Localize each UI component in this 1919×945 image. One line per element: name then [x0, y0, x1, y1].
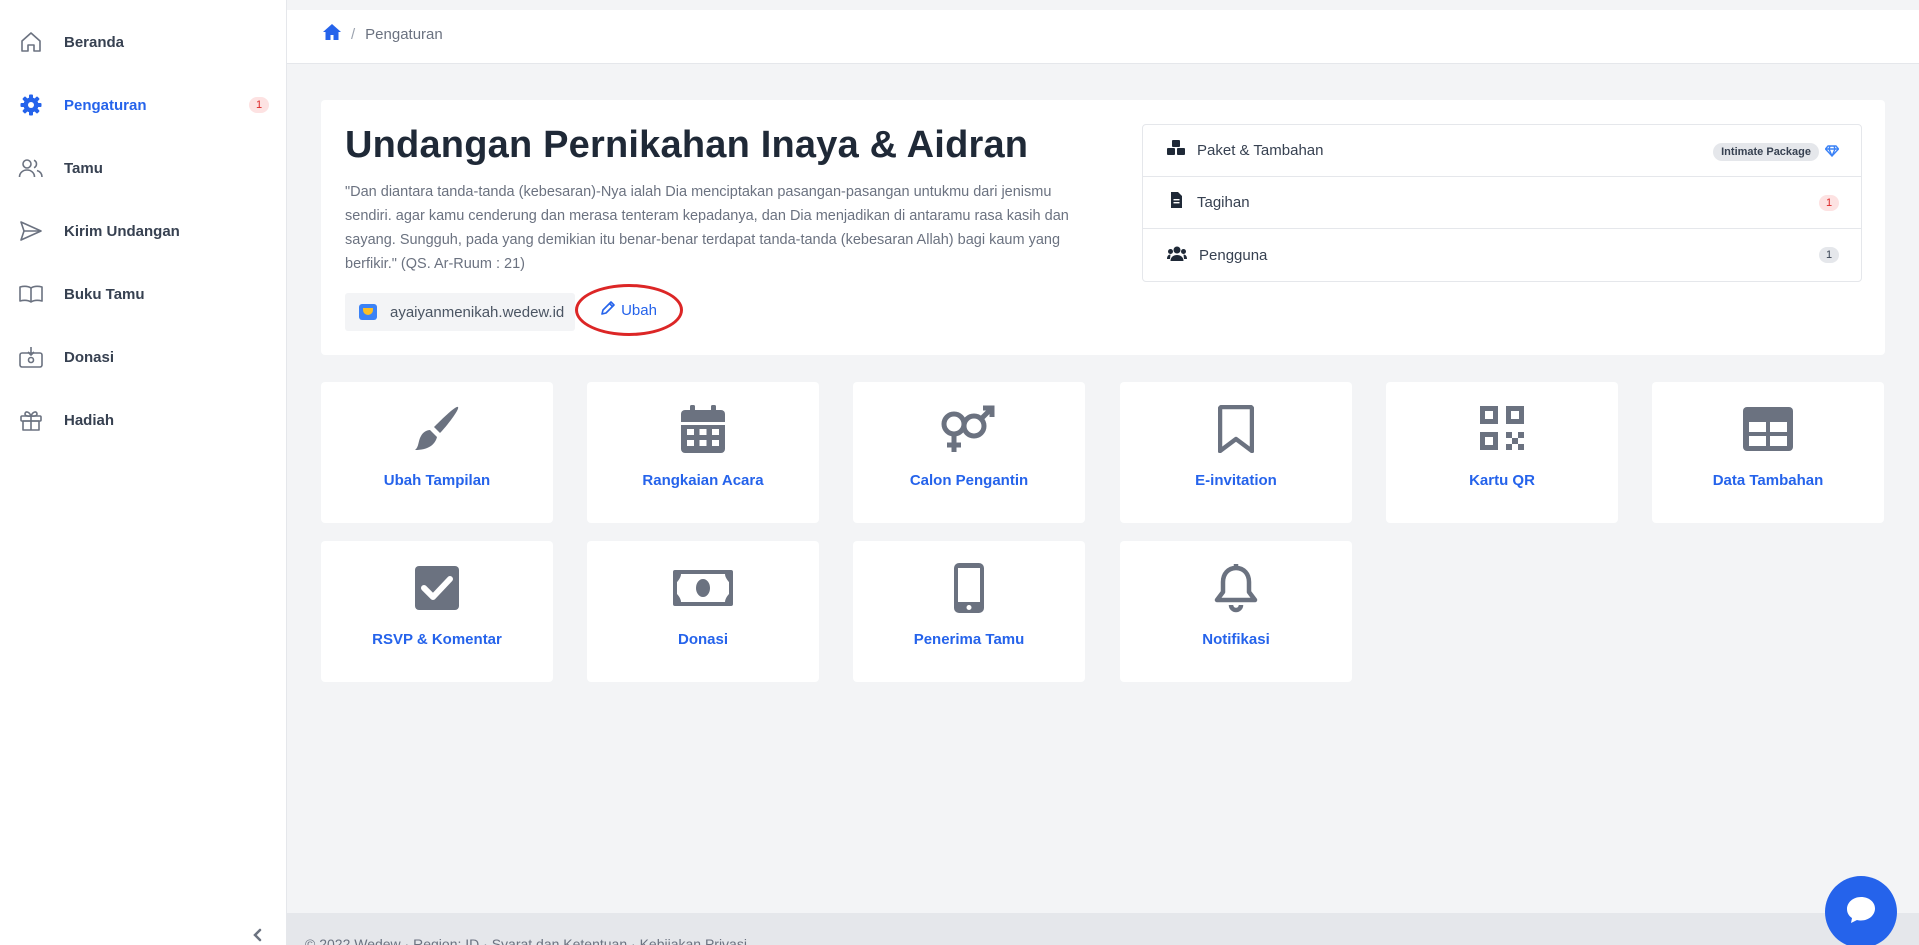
calendar-icon	[587, 404, 819, 454]
users-label: Pengguna	[1199, 246, 1268, 264]
package-badge: Intimate Package	[1713, 143, 1819, 161]
sidebar: Beranda Pengaturan 1 Tamu Kirim Undangan…	[0, 0, 287, 945]
bell-icon	[1120, 563, 1352, 613]
sidebar-item-label: Donasi	[64, 348, 115, 366]
domain-text: ayaiyanmenikah.wedew.id	[390, 303, 565, 321]
gift-icon	[18, 407, 44, 433]
sidebar-item-label: Hadiah	[64, 411, 115, 429]
sidebar-item-label: Beranda	[64, 33, 125, 51]
tile-label: Ubah Tampilan	[383, 472, 491, 489]
paint-brush-icon	[321, 404, 553, 454]
sidebar-item-hadiah[interactable]: Hadiah	[0, 400, 287, 440]
invoice-label: Tagihan	[1197, 194, 1250, 211]
tile-label: E-invitation	[1195, 472, 1277, 489]
package-row[interactable]: Paket & Tambahan Intimate Package	[1143, 125, 1861, 177]
diamond-icon	[1824, 144, 1840, 162]
invitation-header-card: Undangan Pernikahan Inaya & Aidran "Dan …	[321, 100, 1885, 355]
tile-label: Calon Pengantin	[909, 472, 1029, 489]
account-summary-list: Paket & Tambahan Intimate Package Tagiha…	[1142, 124, 1862, 282]
sidebar-item-kirim-undangan[interactable]: Kirim Undangan	[0, 211, 287, 251]
sidebar-collapse-button[interactable]	[248, 928, 268, 945]
table-icon	[1652, 404, 1884, 454]
tile-label: Donasi	[677, 631, 728, 648]
users-count-badge: 1	[1819, 247, 1839, 263]
package-label: Paket & Tambahan	[1197, 142, 1324, 159]
tile-rsvp-komentar[interactable]: RSVP & Komentar	[321, 541, 553, 682]
sidebar-item-donasi[interactable]: Donasi	[0, 337, 287, 377]
home-icon	[18, 29, 44, 55]
mobile-icon	[853, 563, 1085, 613]
bookmark-icon	[1120, 404, 1352, 454]
home-icon[interactable]	[323, 24, 341, 44]
check-square-icon	[321, 563, 553, 613]
tile-label: Data Tambahan	[1712, 472, 1824, 489]
money-bill-icon	[587, 563, 819, 613]
sidebar-item-beranda[interactable]: Beranda	[0, 22, 287, 62]
highlight-circle	[575, 284, 683, 336]
donation-icon	[18, 344, 44, 370]
tile-rangkaian-acara[interactable]: Rangkaian Acara	[587, 382, 819, 523]
tile-data-tambahan[interactable]: Data Tambahan	[1652, 382, 1884, 523]
breadcrumb: / Pengaturan	[323, 24, 443, 44]
sidebar-item-label: Kirim Undangan	[64, 222, 180, 240]
tile-ubah-tampilan[interactable]: Ubah Tampilan	[321, 382, 553, 523]
gear-icon	[18, 92, 44, 118]
tile-label: Rangkaian Acara	[642, 472, 764, 489]
tile-calon-pengantin[interactable]: Calon Pengantin	[853, 382, 1085, 523]
tile-label: Notifikasi	[1202, 631, 1270, 648]
tile-notifikasi[interactable]: Notifikasi	[1120, 541, 1352, 682]
book-icon	[18, 281, 44, 307]
tile-label: RSVP & Komentar	[372, 631, 502, 648]
top-bar: / Pengaturan	[287, 0, 1919, 64]
notification-badge: 1	[249, 97, 269, 113]
users-row[interactable]: Pengguna 1	[1143, 229, 1861, 281]
boxes-icon	[1167, 140, 1185, 161]
tile-label: Kartu QR	[1469, 472, 1535, 489]
domain-logo-icon	[359, 304, 377, 320]
tile-label: Penerima Tamu	[913, 631, 1025, 648]
chevron-left-icon	[251, 928, 265, 945]
tile-donasi[interactable]: Donasi	[587, 541, 819, 682]
footer: © 2022 Wedew · Region: ID · Syarat dan K…	[287, 913, 1919, 945]
chat-bubble-icon	[1846, 896, 1876, 929]
domain-box: ayaiyanmenikah.wedew.id	[345, 293, 575, 331]
user-group-icon	[1167, 245, 1187, 266]
page-title: Undangan Pernikahan Inaya & Aidran	[345, 124, 1029, 166]
invoice-count-badge: 1	[1819, 195, 1839, 211]
invoice-icon	[1167, 192, 1185, 213]
footer-text: © 2022 Wedew · Region: ID · Syarat dan K…	[305, 936, 747, 945]
edit-domain-button[interactable]: Ubah	[575, 284, 683, 336]
sidebar-item-buku-tamu[interactable]: Buku Tamu	[0, 274, 287, 314]
tile-penerima-tamu[interactable]: Penerima Tamu	[853, 541, 1085, 682]
sidebar-item-pengaturan[interactable]: Pengaturan 1	[0, 85, 287, 125]
users-icon	[18, 155, 44, 181]
invitation-quote: "Dan diantara tanda-tanda (kebesaran)-Ny…	[345, 184, 1069, 272]
tile-e-invitation[interactable]: E-invitation	[1120, 382, 1352, 523]
send-icon	[18, 218, 44, 244]
sidebar-item-label: Pengaturan	[64, 96, 147, 114]
sidebar-item-label: Buku Tamu	[64, 285, 145, 303]
qr-code-icon	[1386, 404, 1618, 454]
sidebar-item-label: Tamu	[64, 159, 103, 177]
breadcrumb-separator: /	[351, 25, 356, 43]
tile-kartu-qr[interactable]: Kartu QR	[1386, 382, 1618, 523]
invoice-row[interactable]: Tagihan 1	[1143, 177, 1861, 229]
sidebar-item-tamu[interactable]: Tamu	[0, 148, 287, 188]
breadcrumb-current: Pengaturan	[365, 25, 443, 43]
gender-icon	[853, 404, 1085, 454]
chat-button[interactable]	[1825, 876, 1897, 945]
